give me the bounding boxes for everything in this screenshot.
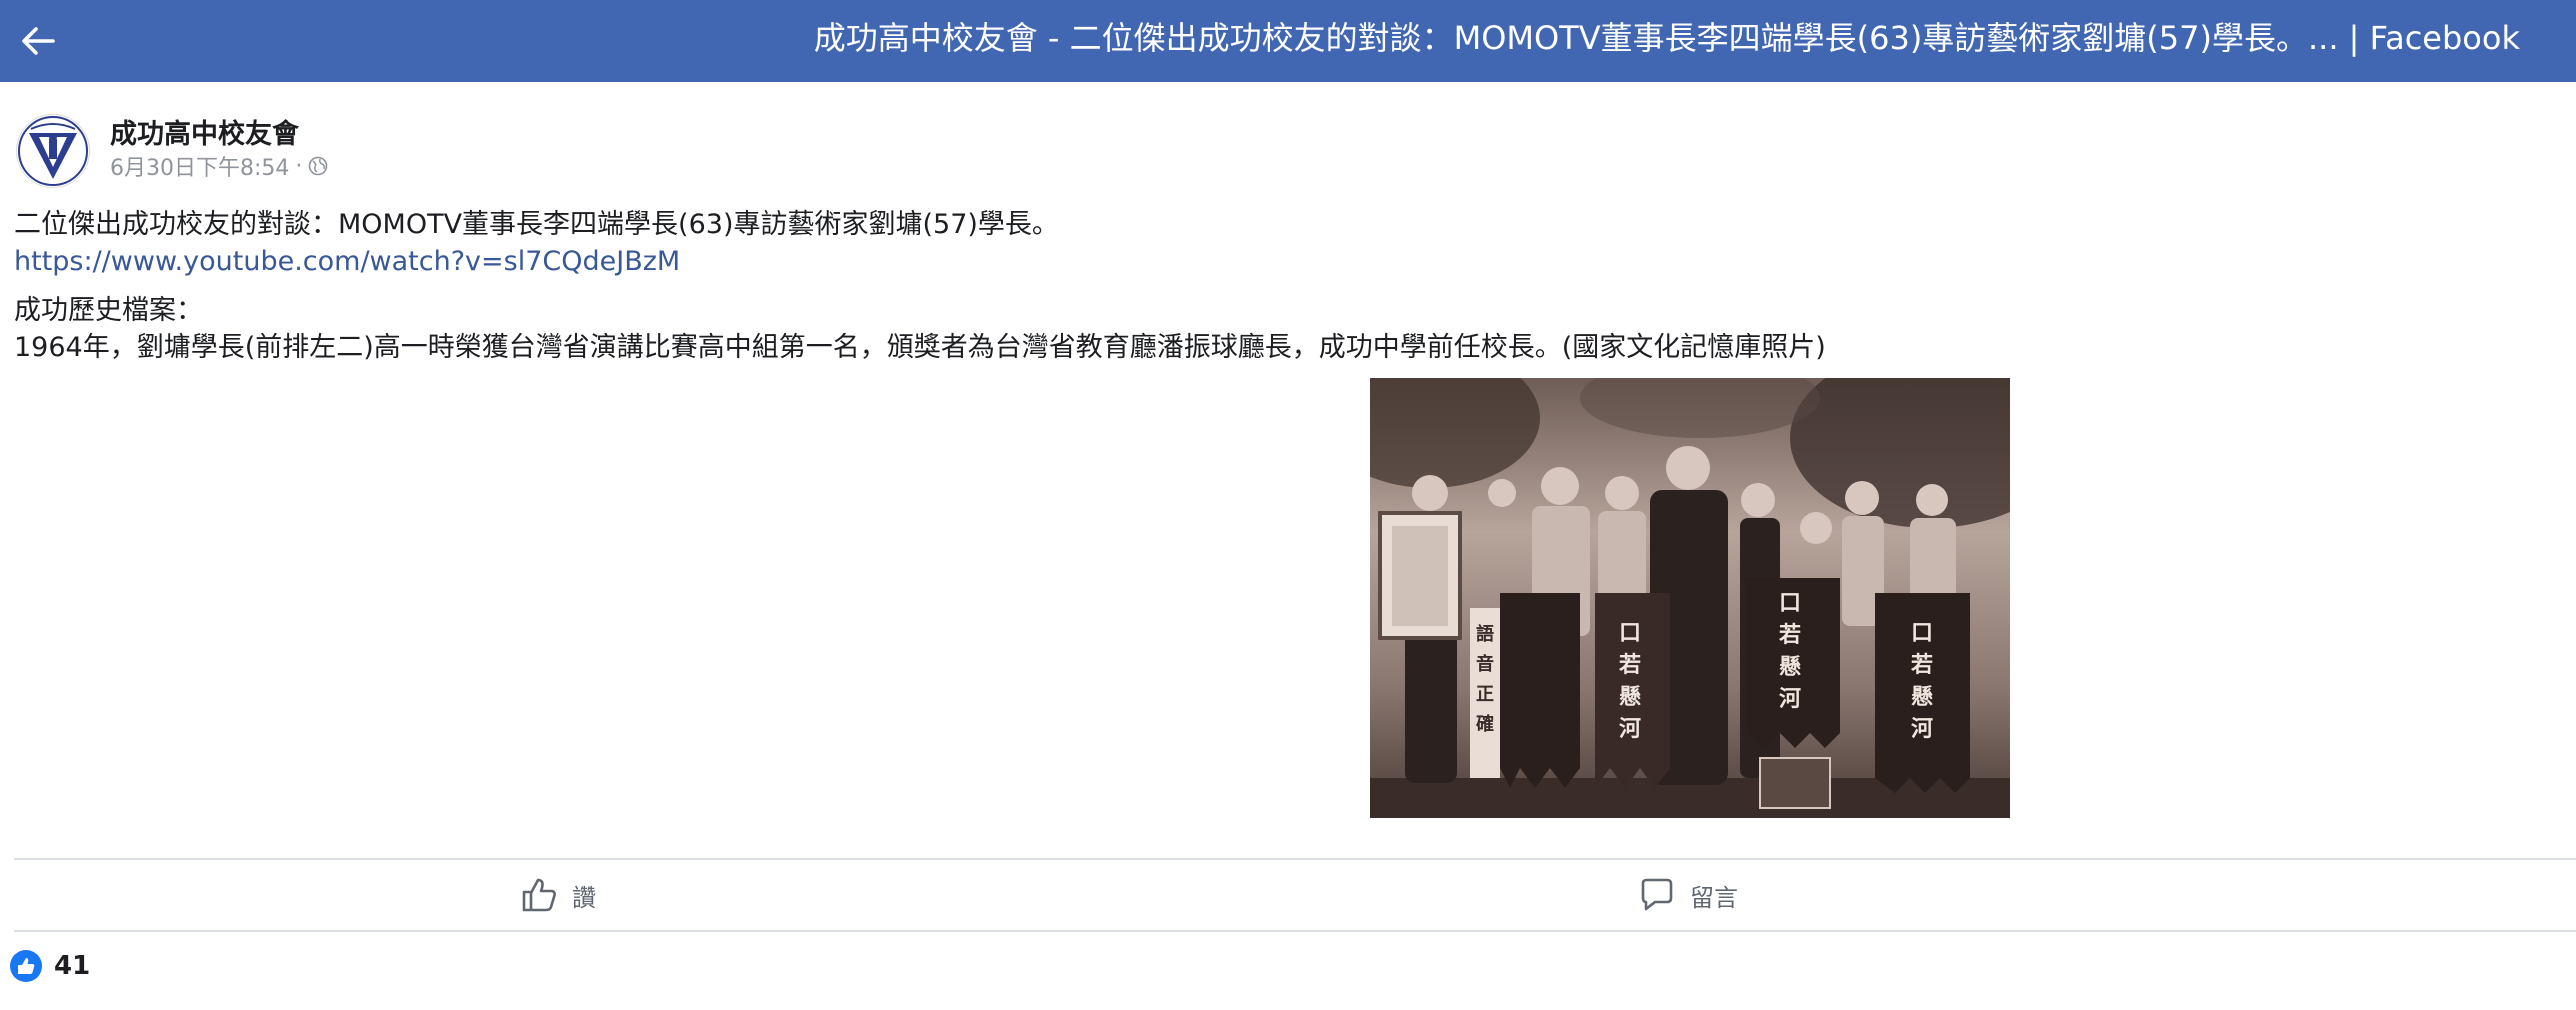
divider [14, 930, 2576, 932]
divider [14, 858, 2576, 860]
banner-text: 懸 [1911, 685, 1933, 710]
comment-button[interactable]: 留言 [1638, 870, 1738, 920]
banner-text: 口 [1779, 591, 1801, 616]
back-button[interactable] [14, 17, 62, 65]
like-reaction-icon [10, 950, 42, 982]
like-label: 讚 [572, 883, 596, 912]
comment-icon [1641, 878, 1673, 911]
banner-text: 河 [1911, 717, 1933, 742]
banner-text: 河 [1779, 687, 1801, 712]
post-photo[interactable]: 口 若 懸 河 口 若 懸 河 口 若 懸 河 語 音 正 確 [1370, 378, 2010, 818]
banner-text: 懸 [1619, 685, 1641, 710]
banner-text: 若 [1779, 622, 1801, 648]
banner-text: 河 [1619, 717, 1641, 742]
meta-separator: · [295, 153, 303, 179]
youtube-link[interactable]: https://www.youtube.com/watch?v=sl7CQdeJ… [14, 246, 680, 277]
banner-text: 語 [1476, 623, 1494, 645]
post-meta: 6月30日下午8:54 · [110, 150, 328, 182]
post-line: 二位傑出成功校友的對談：MOMOTV董事長李四端學長(63)專訪藝術家劉墉(57… [14, 209, 1059, 240]
globe-icon [309, 156, 328, 176]
banner-text: 音 [1476, 653, 1494, 675]
top-bar: 成功高中校友會 - 二位傑出成功校友的對談：MOMOTV董事長李四端學長(63)… [0, 0, 2576, 82]
banner-text: 若 [1911, 652, 1933, 678]
banner-text: 正 [1476, 684, 1494, 705]
avatar[interactable] [16, 114, 90, 188]
banner-text: 口 [1911, 621, 1933, 646]
arrow-left-icon [22, 27, 55, 55]
post-body: 二位傑出成功校友的對談：MOMOTV董事長李四端學長(63)專訪藝術家劉墉(57… [14, 206, 2554, 366]
post-timestamp[interactable]: 6月30日下午8:54 [110, 150, 289, 182]
page-title: 成功高中校友會 - 二位傑出成功校友的對談：MOMOTV董事長李四端學長(63)… [813, 19, 2520, 57]
school-crest-icon [18, 116, 88, 186]
comment-label: 留言 [1690, 883, 1738, 912]
reaction-count: 41 [54, 951, 91, 981]
reaction-summary[interactable]: 41 [10, 948, 90, 984]
banner-text: 若 [1619, 652, 1641, 678]
post-line: 成功歷史檔案： [14, 295, 203, 326]
post-line: 1964年，劉墉學長(前排左二)高一時榮獲台灣省演講比賽高中組第一名，頒獎者為台… [14, 332, 1826, 363]
page-name[interactable]: 成功高中校友會 [110, 112, 299, 151]
banner-text: 確 [1476, 713, 1494, 735]
like-button[interactable]: 讚 [520, 870, 596, 920]
thumbs-up-icon [522, 878, 556, 912]
banner-text: 懸 [1779, 655, 1801, 680]
banner-text: 口 [1619, 621, 1641, 646]
